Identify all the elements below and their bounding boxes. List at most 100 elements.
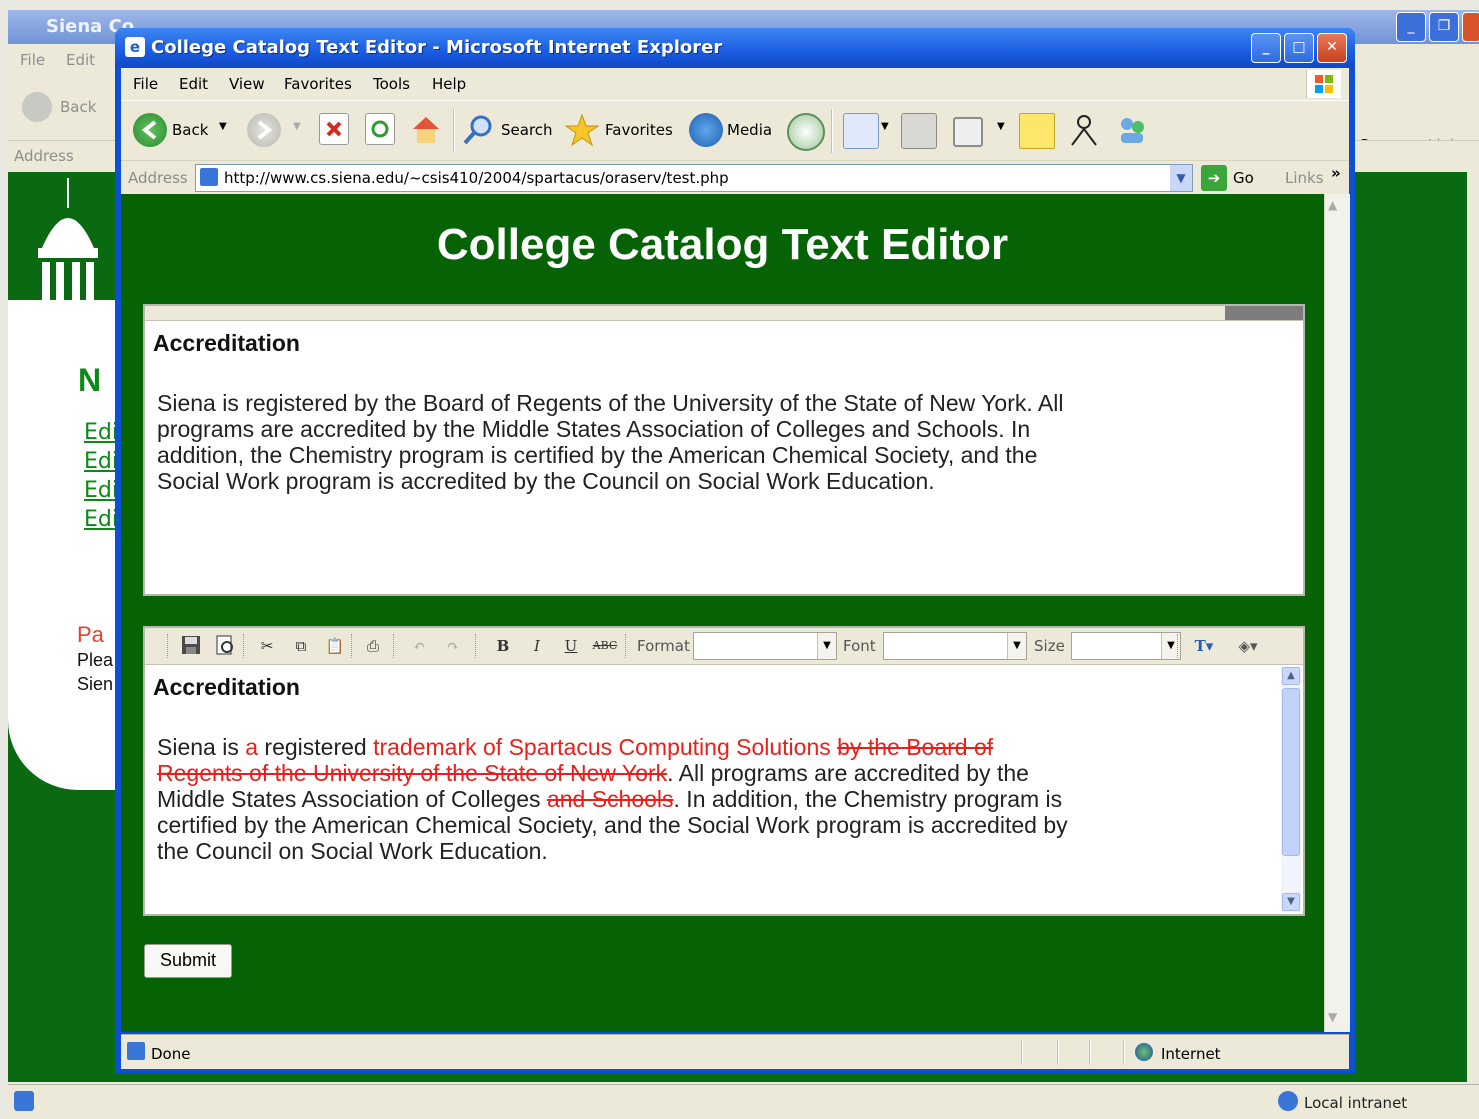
home-icon[interactable] (409, 113, 443, 147)
mail-dropdown-icon[interactable]: ▼ (881, 121, 889, 132)
back-minimize-button[interactable]: _ (1396, 12, 1426, 42)
favorites-button-label[interactable]: Favorites (605, 121, 673, 139)
back-status-zone: Local intranet (1304, 1094, 1408, 1112)
research-people-icon[interactable] (1115, 113, 1149, 147)
inserted-text: trademark of Spartacus Computing Solutio… (373, 734, 831, 760)
editor-body[interactable]: Siena is a registered trademark of Spart… (157, 734, 1077, 864)
status-separator (1089, 1039, 1091, 1065)
favorites-star-icon[interactable] (564, 113, 600, 147)
back-edit-link-3[interactable]: Edi (84, 478, 118, 503)
siena-dome-icon (38, 178, 98, 308)
back-edit-link-2[interactable]: Edi (84, 449, 118, 474)
format-select[interactable]: ▼ (693, 632, 837, 660)
copy-icon[interactable]: ⧉ (289, 634, 313, 658)
back-arrow-icon[interactable] (22, 92, 52, 122)
editor-heading[interactable]: Accreditation (153, 674, 300, 701)
media-icon[interactable] (689, 113, 723, 147)
back-menu-edit[interactable]: Edit (66, 51, 95, 69)
status-separator (1021, 1039, 1023, 1065)
page-status-icon (127, 1042, 145, 1060)
chevron-down-icon[interactable]: ▼ (1007, 633, 1026, 659)
toolbar-separator (351, 634, 354, 658)
back-menu-file[interactable]: File (20, 51, 45, 69)
preview-scrollbar[interactable] (145, 306, 1303, 321)
print-icon[interactable] (901, 113, 937, 149)
menu-view[interactable]: View (229, 75, 265, 93)
back-para-heading: Pa (77, 622, 104, 647)
toolbar-separator (453, 109, 455, 153)
menu-edit[interactable]: Edit (179, 75, 208, 93)
edit-page-icon[interactable] (953, 117, 983, 147)
editor-scroll-thumb[interactable] (1282, 688, 1300, 856)
close-button[interactable]: ✕ (1317, 33, 1347, 63)
messenger-person-icon[interactable] (1067, 113, 1101, 147)
scroll-up-icon[interactable]: ▲ (1282, 667, 1300, 685)
minimize-button[interactable]: _ (1251, 33, 1281, 63)
address-url[interactable]: http://www.cs.siena.edu/~csis410/2004/sp… (224, 169, 729, 187)
back-edit-link-4[interactable]: Edi (84, 507, 118, 532)
menu-tools[interactable]: Tools (373, 75, 410, 93)
preview-scroll-thumb[interactable] (1225, 306, 1303, 320)
page-scrollbar[interactable]: ▲ ▼ (1324, 194, 1350, 1032)
preview-heading: Accreditation (153, 330, 300, 356)
stop-icon[interactable] (319, 113, 349, 145)
font-select[interactable]: ▼ (883, 632, 1027, 660)
forward-arrow-icon[interactable] (247, 113, 281, 147)
cut-icon[interactable]: ✂ (255, 634, 279, 658)
scroll-down-icon[interactable]: ▼ (1328, 1010, 1337, 1024)
size-select[interactable]: ▼ (1071, 632, 1181, 660)
back-restore-button[interactable]: ❐ (1429, 12, 1459, 42)
paste-icon[interactable]: 📋 (323, 634, 347, 658)
save-icon[interactable] (179, 634, 203, 658)
bold-button[interactable]: B (491, 634, 515, 658)
text-color-icon[interactable]: T▾ (1185, 634, 1223, 658)
undo-icon[interactable]: ↶ (407, 634, 431, 658)
links-button[interactable]: Links (1285, 169, 1324, 187)
strikethrough-button[interactable]: ABC (589, 634, 621, 658)
refresh-icon[interactable] (365, 113, 395, 145)
italic-button[interactable]: I (525, 634, 549, 658)
edit-dropdown-icon[interactable]: ▼ (997, 121, 1005, 132)
menu-help[interactable]: Help (432, 75, 466, 93)
address-input[interactable]: http://www.cs.siena.edu/~csis410/2004/sp… (195, 164, 1193, 192)
go-button[interactable]: Go (1233, 169, 1254, 187)
history-icon[interactable] (787, 113, 825, 151)
scroll-up-icon[interactable]: ▲ (1328, 198, 1337, 212)
search-button-label[interactable]: Search (501, 121, 553, 139)
address-dropdown-icon[interactable]: ▼ (1170, 165, 1192, 191)
background-color-icon[interactable]: ◈▾ (1229, 634, 1267, 658)
forward-dropdown-icon[interactable]: ▼ (293, 121, 301, 132)
menu-file[interactable]: File (133, 75, 158, 93)
links-chevron-icon[interactable]: » (1331, 164, 1341, 182)
statusbar: Done Internet (121, 1034, 1349, 1069)
back-edit-link-1[interactable]: Edi (84, 420, 118, 445)
page-content: College Catalog Text Editor Accreditatio… (121, 194, 1324, 1032)
back-close-button[interactable] (1462, 12, 1479, 42)
underline-button[interactable]: U (559, 634, 583, 658)
media-button-label[interactable]: Media (727, 121, 772, 139)
submit-button[interactable]: Submit (144, 944, 232, 978)
chevron-down-icon[interactable]: ▼ (817, 633, 836, 659)
rich-text-editor[interactable]: ✂ ⧉ 📋 ⎙ ↶ ↷ B I U ABC Format ▼ Font ▼ Si… (143, 626, 1305, 916)
window-titlebar[interactable]: e College Catalog Text Editor - Microsof… (115, 28, 1355, 68)
menu-favorites[interactable]: Favorites (284, 75, 352, 93)
back-scrollbar[interactable] (1467, 172, 1479, 1082)
go-arrow-icon[interactable]: ➔ (1201, 165, 1227, 191)
format-label: Format (637, 637, 690, 655)
internet-globe-icon (1135, 1043, 1153, 1061)
search-icon[interactable] (461, 113, 495, 147)
preview-icon[interactable] (213, 634, 237, 658)
font-label: Font (843, 637, 876, 655)
redo-icon[interactable]: ↷ (441, 634, 465, 658)
discuss-icon[interactable] (1019, 113, 1055, 149)
scroll-down-icon[interactable]: ▼ (1282, 893, 1300, 911)
editor-text: Siena is (157, 734, 246, 760)
maximize-button[interactable]: □ (1284, 33, 1314, 63)
mail-icon[interactable] (843, 113, 879, 149)
back-dropdown-icon[interactable]: ▼ (219, 121, 227, 132)
back-arrow-icon[interactable] (133, 113, 167, 147)
editor-scrollbar[interactable]: ▲ ▼ (1281, 666, 1301, 912)
back-button-label[interactable]: Back (172, 121, 208, 139)
print-icon[interactable]: ⎙ (361, 634, 385, 658)
page-icon (200, 168, 218, 186)
